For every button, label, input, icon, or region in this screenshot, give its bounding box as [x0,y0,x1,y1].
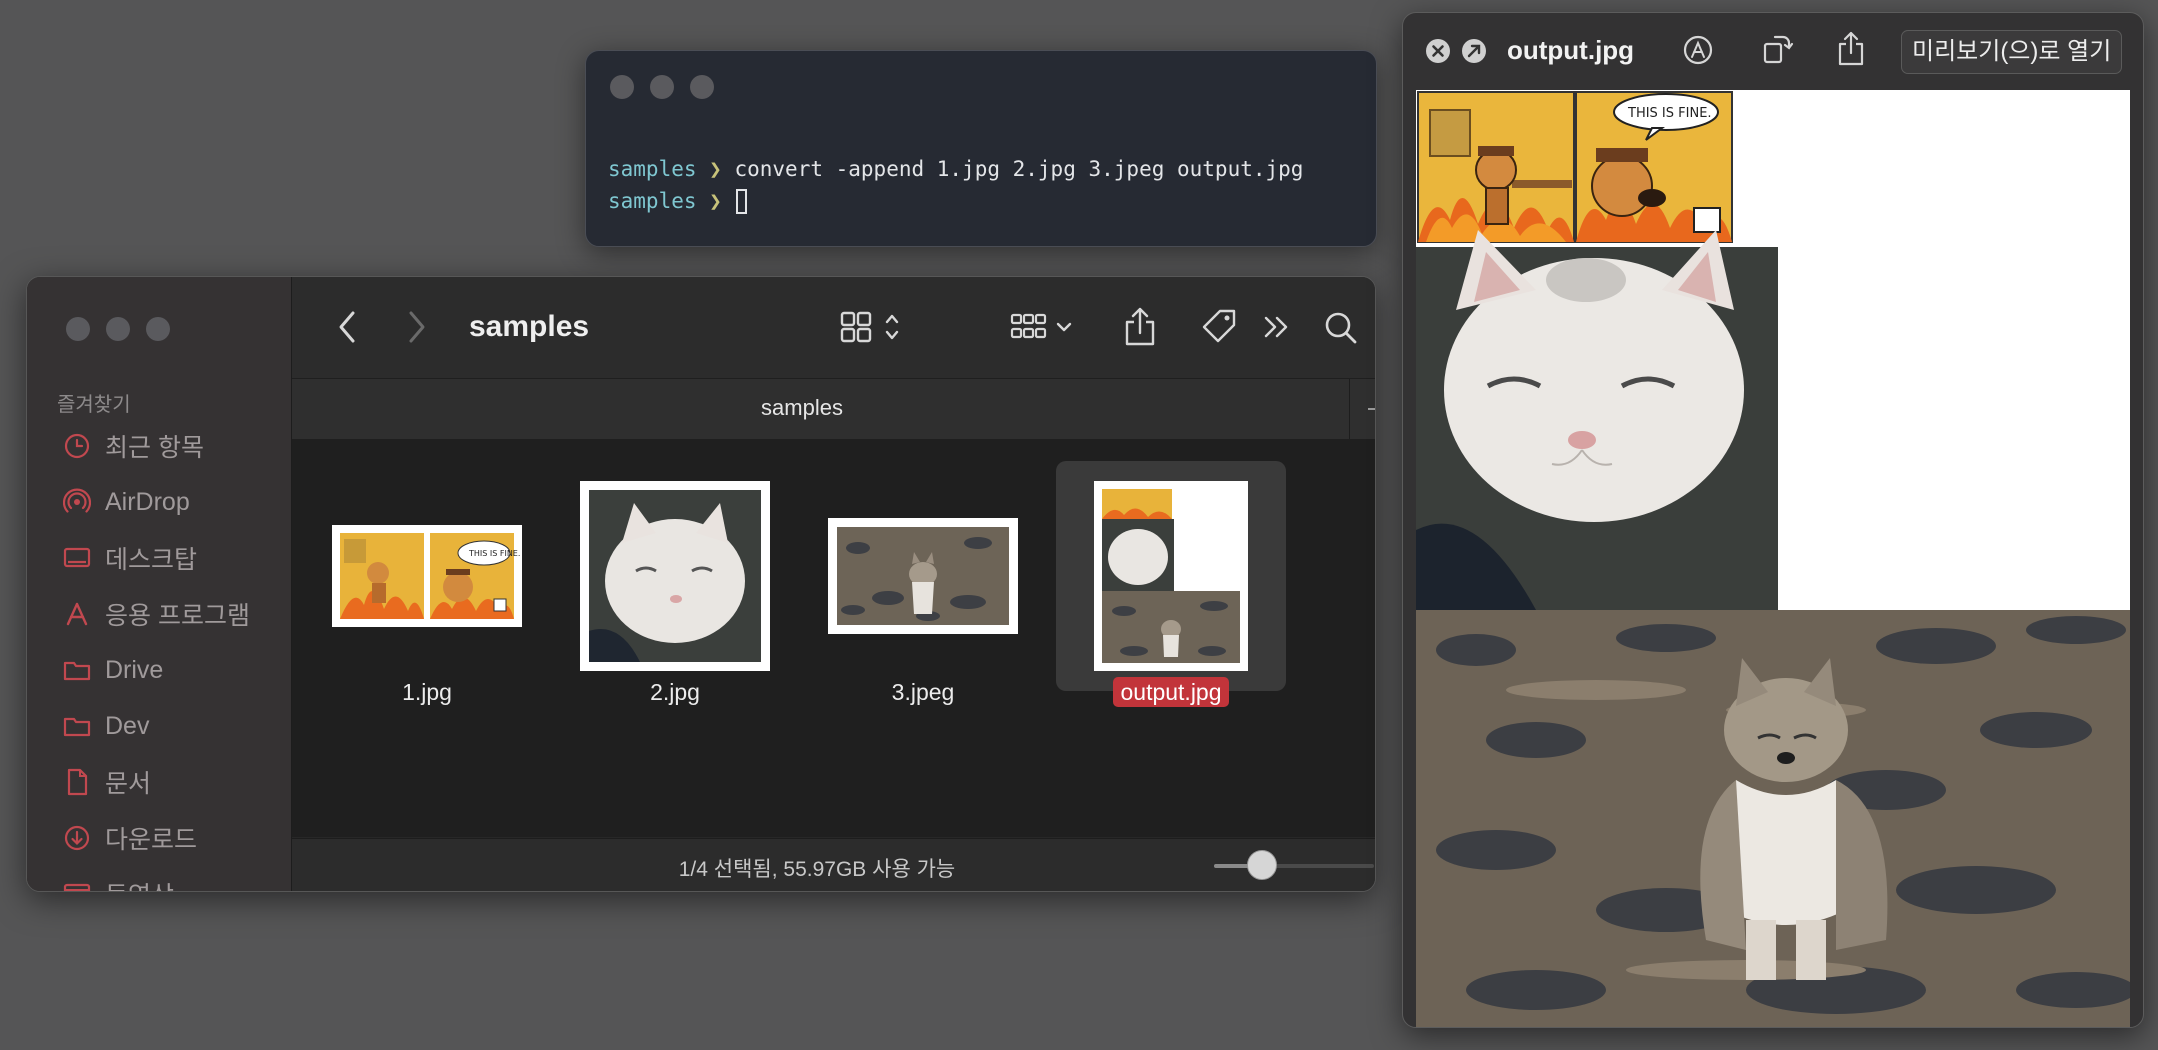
sidebar-item-documents[interactable]: 문서 [63,762,151,802]
file-thumbnail: THIS IS FINE. [312,461,542,691]
minimize-button[interactable] [650,75,674,99]
terminal-line[interactable]: samples ❯ [608,189,748,214]
finder-window[interactable]: 즐겨찾기 최근 항목 AirDrop 데스크탑 응용 프로그램 Drive De… [26,276,1376,892]
tab-samples[interactable]: samples [292,395,1312,421]
movie-icon [63,883,91,891]
sidebar-item-label: Drive [105,655,164,684]
document-icon [67,768,88,796]
icon-view-icon[interactable] [836,305,908,349]
terminal-window[interactable]: samples ❯ convert -append 1.jpg 2.jpg 3.… [585,50,1377,247]
file-thumbnail [1056,461,1286,691]
tag-icon[interactable] [1200,305,1240,349]
file-thumbnail [808,461,1038,691]
group-icon[interactable] [1010,305,1086,349]
prompt-arrow: ❯ [709,157,722,181]
svg-text:THIS IS FINE.: THIS IS FINE. [468,549,520,558]
sidebar-item-label: 다운로드 [105,826,198,854]
close-button[interactable] [610,75,634,99]
sidebar-item-applications[interactable]: 응용 프로그램 [63,594,250,634]
sidebar-item-label: Dev [105,711,150,740]
more-toolbar-icon[interactable] [1260,305,1294,349]
prompt-directory: samples [608,189,697,213]
markup-icon[interactable] [1681,33,1715,67]
folder-icon [63,717,91,737]
close-button[interactable] [66,317,90,341]
sidebar-item-downloads[interactable]: 다운로드 [63,818,197,858]
sidebar-item-dev[interactable]: Dev [63,706,149,746]
rotate-icon[interactable] [1759,31,1795,67]
folder-icon [63,661,91,681]
back-icon[interactable] [334,305,362,349]
terminal-line: samples ❯ convert -append 1.jpg 2.jpg 3.… [608,157,1303,181]
plus-icon [1368,408,1375,410]
file-thumbnail [560,461,790,691]
file-name: output.jpg [1056,677,1286,707]
command-text: convert -append 1.jpg 2.jpg 3.jpeg outpu… [734,157,1304,181]
text-cursor [736,189,748,214]
icon-size-slider[interactable] [1214,850,1374,880]
share-icon[interactable] [1122,305,1158,349]
applications-icon [66,602,88,626]
status-text: 1/4 선택됨, 55.97GB 사용 가능 [678,858,956,881]
sidebar-section-favorites: 즐겨찾기 [57,394,131,416]
file-name: 3.jpeg [891,679,955,705]
window-title: samples [469,310,590,343]
status-bar: 1/4 선택됨, 55.97GB 사용 가능 [292,838,1375,891]
sidebar-item-movies[interactable]: 동영상 [63,874,174,891]
sidebar-item-recents[interactable]: 최근 항목 [63,426,204,466]
sidebar-item-label: 동영상 [105,876,174,891]
desktop-icon [63,547,91,568]
open-with-preview-button[interactable]: 미리보기(으)로 열기 [1901,30,2123,74]
file-grid: THIS IS FINE. 1.jpg 2.jpg 3.jpeg output.… [292,439,1375,837]
share-icon[interactable] [1835,29,1867,69]
prompt-directory: samples [608,157,697,181]
search-icon[interactable] [1322,305,1360,349]
forward-icon[interactable] [402,305,430,349]
sidebar: 즐겨찾기 최근 항목 AirDrop 데스크탑 응용 프로그램 Drive De… [27,277,292,891]
minimize-button[interactable] [106,317,130,341]
tab-bar: samples [292,378,1375,440]
slider-knob[interactable] [1247,850,1277,880]
window-title: output.jpg [1507,35,1635,65]
close-icon[interactable] [1424,37,1452,65]
quicklook-window[interactable]: output.jpg 미리보기(으)로 열기 THIS IS FINE. [1402,12,2144,1028]
sidebar-item-desktop[interactable]: 데스크탑 [63,538,197,578]
svg-text:THIS IS FINE.: THIS IS FINE. [1627,106,1712,121]
sidebar-item-label: 응용 프로그램 [105,602,250,630]
finder-content: samples samples THIS IS FINE. 1.jpg 2.jp… [292,277,1375,891]
file-name: 1.jpg [402,679,452,705]
file-name: 2.jpg [650,679,700,705]
sidebar-item-airdrop[interactable]: AirDrop [63,482,190,522]
prompt-arrow: ❯ [709,189,722,213]
sidebar-item-label: 문서 [105,770,152,798]
sidebar-item-label: 데스크탑 [105,546,198,574]
preview-image: THIS IS FINE. [1416,90,2130,1027]
finder-toolbar: samples [292,277,1375,378]
download-icon [64,825,90,851]
sidebar-item-drive[interactable]: Drive [63,650,163,690]
zoom-button[interactable] [146,317,170,341]
new-tab-button[interactable] [1349,379,1375,439]
sidebar-item-label: AirDrop [105,487,190,516]
zoom-button[interactable] [690,75,714,99]
sidebar-item-label: 최근 항목 [105,434,204,462]
clock-icon [64,433,90,459]
airdrop-icon [63,488,91,513]
fullscreen-icon[interactable] [1460,37,1488,65]
